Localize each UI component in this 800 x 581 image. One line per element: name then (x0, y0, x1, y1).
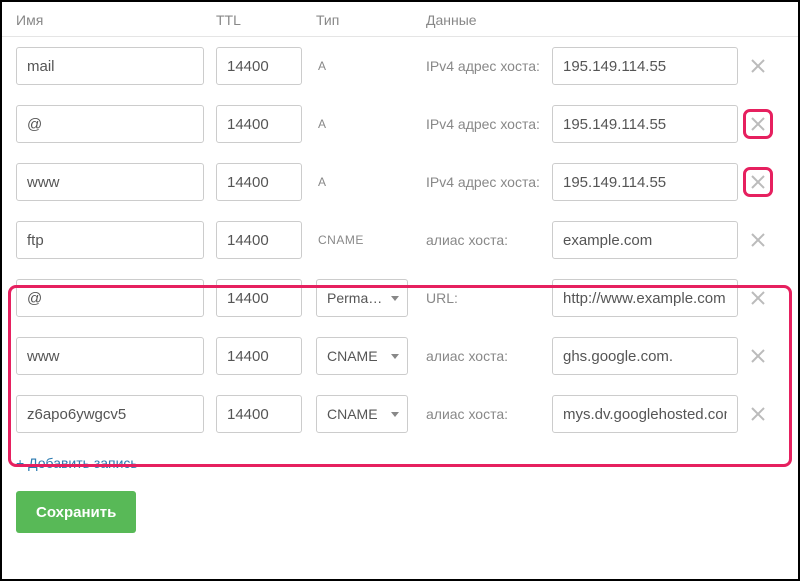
data-input[interactable] (552, 279, 738, 317)
type-select-label: CNAME (327, 406, 378, 422)
dns-row: A IPv4 адрес хоста: (2, 95, 798, 153)
data-input[interactable] (552, 337, 738, 375)
type-select[interactable]: CNAME (316, 395, 408, 433)
delete-button[interactable] (746, 228, 770, 252)
ttl-input[interactable] (216, 337, 302, 375)
type-select-label: CNAME (327, 348, 378, 364)
type-label: CNAME (316, 233, 412, 247)
type-select[interactable]: CNAME (316, 337, 408, 375)
name-input[interactable] (16, 47, 204, 85)
data-input[interactable] (552, 105, 738, 143)
dns-row: A IPv4 адрес хоста: (2, 37, 798, 95)
ttl-input[interactable] (216, 47, 302, 85)
close-icon (751, 349, 765, 363)
header-type: Тип (316, 12, 426, 28)
header-name: Имя (16, 12, 216, 28)
delete-button[interactable] (746, 170, 770, 194)
close-icon (751, 233, 765, 247)
header-ttl: TTL (216, 12, 316, 28)
name-input[interactable] (16, 163, 204, 201)
close-icon (751, 175, 765, 189)
close-icon (751, 291, 765, 305)
name-input[interactable] (16, 221, 204, 259)
chevron-down-icon (391, 354, 399, 359)
data-field-label: алиас хоста: (426, 348, 546, 364)
dns-row: CNAME алиас хоста: (2, 385, 798, 443)
data-field-label: алиас хоста: (426, 406, 546, 422)
type-select[interactable]: Perman... (316, 279, 408, 317)
data-field-label: алиас хоста: (426, 232, 546, 248)
name-input[interactable] (16, 105, 204, 143)
chevron-down-icon (391, 296, 399, 301)
name-input[interactable] (16, 395, 204, 433)
dns-table-header: Имя TTL Тип Данные (2, 2, 798, 37)
close-icon (751, 117, 765, 131)
close-icon (751, 407, 765, 421)
ttl-input[interactable] (216, 221, 302, 259)
type-label: A (316, 117, 412, 131)
data-field-label: IPv4 адрес хоста: (426, 174, 546, 190)
header-data: Данные (426, 12, 784, 28)
close-icon (751, 59, 765, 73)
chevron-down-icon (391, 412, 399, 417)
dns-row: A IPv4 адрес хоста: (2, 153, 798, 211)
add-record-link[interactable]: + Добавить запись (2, 443, 798, 471)
data-input[interactable] (552, 395, 738, 433)
name-input[interactable] (16, 337, 204, 375)
dns-row: CNAME алиас хоста: (2, 211, 798, 269)
delete-button[interactable] (746, 286, 770, 310)
data-field-label: IPv4 адрес хоста: (426, 58, 546, 74)
delete-button[interactable] (746, 54, 770, 78)
dns-row: Perman... URL: (2, 269, 798, 327)
type-select-label: Perman... (327, 290, 387, 306)
data-input[interactable] (552, 221, 738, 259)
data-field-label: IPv4 адрес хоста: (426, 116, 546, 132)
type-label: A (316, 59, 412, 73)
ttl-input[interactable] (216, 105, 302, 143)
data-field-label: URL: (426, 290, 546, 306)
save-button[interactable]: Сохранить (16, 491, 136, 533)
data-input[interactable] (552, 163, 738, 201)
delete-button[interactable] (746, 112, 770, 136)
ttl-input[interactable] (216, 395, 302, 433)
type-label: A (316, 175, 412, 189)
name-input[interactable] (16, 279, 204, 317)
ttl-input[interactable] (216, 163, 302, 201)
data-input[interactable] (552, 47, 738, 85)
delete-button[interactable] (746, 402, 770, 426)
delete-button[interactable] (746, 344, 770, 368)
dns-row: CNAME алиас хоста: (2, 327, 798, 385)
ttl-input[interactable] (216, 279, 302, 317)
